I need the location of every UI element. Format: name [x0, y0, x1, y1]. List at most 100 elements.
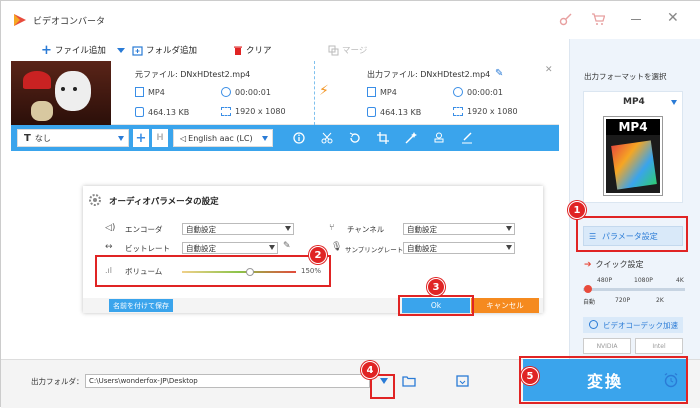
- resolution-icon: [453, 107, 463, 116]
- intel-label: Intel: [652, 342, 666, 350]
- format-name: MP4: [623, 97, 645, 107]
- chevron-down-icon[interactable]: [671, 100, 677, 105]
- edit-name-icon[interactable]: ✎: [495, 68, 503, 79]
- channel-value: 自動設定: [407, 224, 437, 234]
- edit-bitrate-icon[interactable]: ✎: [283, 241, 291, 251]
- merge-button[interactable]: マージ: [328, 43, 367, 57]
- quality-480p: 480P: [597, 277, 613, 284]
- highlight-box-1: [576, 216, 688, 252]
- output-folder-icon[interactable]: [456, 375, 469, 387]
- quality-auto: 自動: [583, 299, 596, 306]
- alarm-clock-icon[interactable]: [663, 372, 679, 388]
- encoder-label: エンコーダ: [125, 225, 163, 234]
- edit-toolbar: T なし + H ◁ English aac (LC): [11, 125, 559, 151]
- add-file-label: ファイル追加: [54, 46, 106, 56]
- output-path-field[interactable]: C:\Users\wonderfox-JP\Desktop: [85, 374, 370, 388]
- step-badge-1: 1: [568, 201, 586, 219]
- scissors-icon[interactable]: [321, 132, 333, 144]
- step-badge-2: 2: [309, 246, 327, 264]
- intel-toggle[interactable]: Intel: [635, 338, 683, 354]
- cancel-button[interactable]: キャンセル: [471, 298, 539, 313]
- samplerate-select[interactable]: 自動設定: [403, 242, 515, 254]
- save-as-button[interactable]: 名前を付けて保存: [109, 299, 173, 312]
- crop-icon[interactable]: [377, 132, 389, 144]
- audio-track-value: English aac (LC): [188, 133, 253, 143]
- gpu-accel-label: ビデオコーデック加速: [583, 317, 683, 333]
- remove-file-icon[interactable]: ✕: [545, 65, 553, 75]
- src-format: MP4: [135, 87, 165, 97]
- src-size-value: 464.13 KB: [148, 107, 190, 117]
- src-size: 464.13 KB: [135, 107, 189, 117]
- quality-720p: 720P: [615, 297, 631, 304]
- subtitle-select[interactable]: T なし: [17, 129, 129, 147]
- trash-icon: [234, 46, 242, 55]
- audio-settings-icon: [89, 194, 101, 206]
- gpu-icon: [589, 320, 598, 329]
- clear-button[interactable]: クリア: [233, 43, 272, 57]
- chevron-down-icon: [285, 226, 291, 231]
- out-duration-value: 00:00:01: [467, 87, 503, 97]
- audio-track-select[interactable]: ◁ English aac (LC): [173, 129, 273, 147]
- cancel-label: キャンセル: [486, 301, 524, 310]
- video-file-icon: [135, 87, 144, 97]
- add-folder-button[interactable]: フォルダ追加: [132, 43, 197, 57]
- add-subtitle-button[interactable]: +: [133, 129, 149, 147]
- rotate-icon[interactable]: [349, 132, 361, 144]
- subtitle-value: なし: [34, 133, 51, 143]
- chevron-down-icon: [262, 136, 268, 141]
- minimize-icon[interactable]: [631, 19, 641, 20]
- highlight-box-2: [95, 255, 331, 287]
- step-badge-5: 5: [521, 367, 539, 385]
- add-file-button[interactable]: + ファイル追加: [41, 42, 125, 58]
- channel-select[interactable]: 自動設定: [403, 223, 515, 235]
- encoder-value: 自動設定: [186, 224, 216, 234]
- choose-format-label: 出力フォーマットを選択: [584, 72, 667, 81]
- src-duration-value: 00:00:01: [235, 87, 271, 97]
- channel-icon: ⑂: [329, 223, 335, 233]
- filesize-icon: [367, 107, 376, 117]
- effects-wand-icon[interactable]: [405, 132, 417, 144]
- samplerate-value: 自動設定: [407, 243, 437, 253]
- text-icon: T: [24, 132, 31, 144]
- watermark-stamp-icon[interactable]: [433, 132, 445, 144]
- nvidia-toggle[interactable]: NVIDIA: [583, 338, 631, 354]
- bitrate-label: ビットレート: [125, 244, 170, 253]
- info-icon[interactable]: [293, 132, 305, 144]
- encoder-select[interactable]: 自動設定: [182, 223, 294, 235]
- clock-icon: [453, 87, 463, 97]
- key-icon[interactable]: [559, 12, 573, 26]
- clear-label: クリア: [246, 46, 272, 56]
- mp4-format-icon: MP4: [603, 116, 663, 196]
- src-duration: 00:00:01: [221, 87, 271, 97]
- subtitle-edit-icon[interactable]: [461, 132, 473, 144]
- step-badge-3: 3: [427, 278, 445, 296]
- bitrate-select[interactable]: 自動設定: [182, 242, 278, 254]
- bitrate-icon: ↔: [105, 242, 113, 252]
- chevron-down-icon: [269, 245, 275, 250]
- app-title: ビデオコンバータ: [33, 17, 106, 27]
- src-resolution: 1920 x 1080: [221, 107, 286, 116]
- video-thumbnail[interactable]: [11, 61, 111, 125]
- step-badge-4: 4: [361, 361, 379, 379]
- save-as-label: 名前を付けて保存: [113, 301, 169, 310]
- app-window: ビデオコンバータ ✕ + ファイル追加 フォルダ追加 クリア マージ 元ファイル…: [0, 0, 700, 408]
- close-icon[interactable]: ✕: [667, 10, 679, 26]
- quality-slider[interactable]: [583, 288, 685, 291]
- subtitle-file-icon[interactable]: H: [152, 129, 168, 147]
- quality-slider-handle[interactable]: [584, 285, 592, 293]
- open-folder-icon[interactable]: [402, 375, 416, 387]
- divider: [314, 61, 315, 125]
- chevron-down-icon[interactable]: [116, 47, 125, 53]
- convert-arrow-icon: ⚡: [319, 83, 329, 99]
- plus-icon: +: [41, 42, 52, 58]
- cart-icon[interactable]: [591, 12, 605, 26]
- output-folder-label: 出力フォルダ：: [31, 377, 84, 386]
- quality-1080p: 1080P: [634, 277, 653, 284]
- gpu-accel-text: ビデオコーデック加速: [603, 320, 678, 330]
- src-format-value: MP4: [148, 87, 165, 97]
- out-format: MP4: [367, 87, 397, 97]
- dialog-title: オーディオパラメータの設定: [109, 197, 219, 207]
- clock-icon: [221, 87, 231, 97]
- speaker-icon: ◁): [105, 223, 116, 233]
- source-file-name: 元ファイル: DNxHDtest2.mp4: [135, 70, 251, 79]
